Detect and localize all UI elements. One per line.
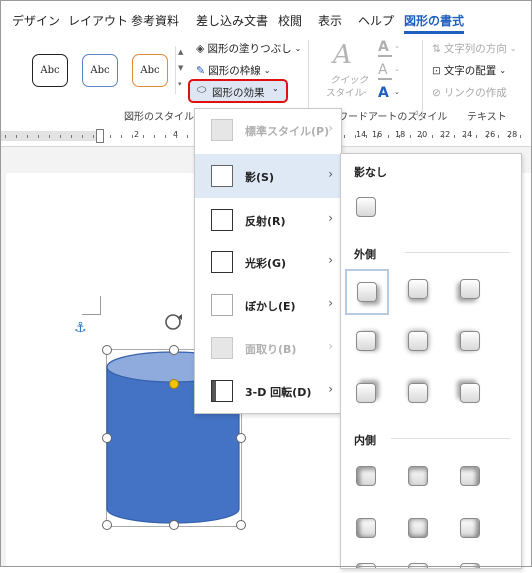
screenshot-frame <box>0 0 532 567</box>
